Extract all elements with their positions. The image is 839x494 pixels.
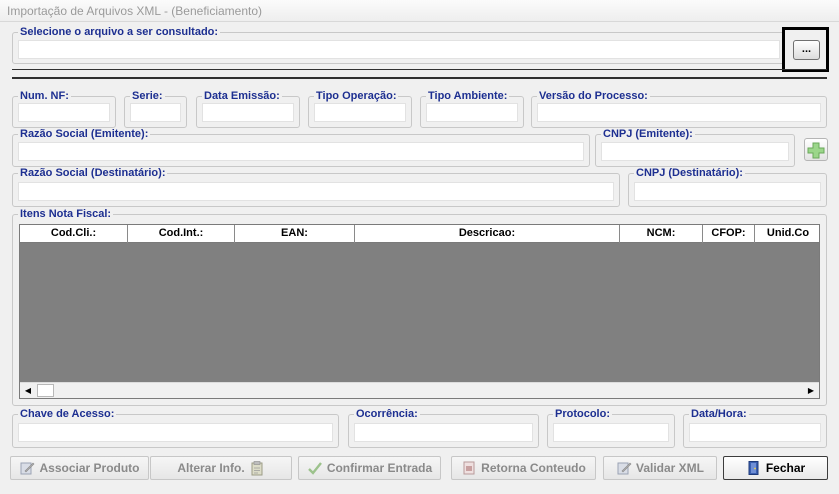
data-hora-group: Data/Hora: (683, 408, 827, 448)
chave-field[interactable] (18, 423, 333, 442)
chave-label: Chave de Acesso: (18, 408, 117, 421)
data-hora-label: Data/Hora: (689, 408, 749, 421)
cnpj-emitente-label: CNPJ (Emitente): (601, 128, 695, 141)
num-nf-field[interactable] (18, 103, 110, 122)
column-header[interactable]: Cod.Int.: (128, 225, 235, 243)
file-path-field[interactable] (18, 40, 780, 59)
exit-door-icon (748, 461, 759, 475)
browse-highlight: ... (782, 27, 829, 72)
cnpj-destinatario-group: CNPJ (Destinatário): (628, 167, 827, 207)
serie-label: Serie: (130, 90, 165, 103)
associar-produto-button[interactable]: Associar Produto (10, 456, 149, 480)
tipo-ambiente-field[interactable] (426, 103, 518, 122)
protocolo-field[interactable] (553, 423, 669, 442)
column-header[interactable]: EAN: (235, 225, 355, 243)
confirmar-entrada-button[interactable]: Confirmar Entrada (298, 456, 441, 480)
serie-field[interactable] (130, 103, 181, 122)
validar-xml-label: Validar XML (635, 461, 705, 475)
num-nf-label: Num. NF: (18, 90, 71, 103)
num-nf-group: Num. NF: (12, 90, 116, 128)
tipo-ambiente-label: Tipo Ambiente: (426, 90, 510, 103)
cnpj-destinatario-label: CNPJ (Destinatário): (634, 167, 745, 180)
column-header[interactable]: Descricao: (355, 225, 620, 243)
alterar-info-button[interactable]: Alterar Info. (150, 456, 292, 480)
razao-destinatario-field[interactable] (18, 182, 614, 201)
confirmar-entrada-label: Confirmar Entrada (326, 461, 433, 475)
razao-destinatario-group: Razão Social (Destinatário): (12, 167, 620, 207)
column-header[interactable]: Unid.Co (755, 225, 819, 243)
window-title: Importação de Arquivos XML - (Beneficiam… (0, 0, 839, 22)
green-plus-icon (807, 142, 825, 159)
edit-form-icon (20, 462, 35, 475)
column-header[interactable]: NCM: (620, 225, 703, 243)
scroll-left-icon[interactable]: ◀ (20, 383, 36, 398)
scroll-thumb[interactable] (37, 384, 54, 397)
data-emissao-group: Data Emissão: (196, 90, 300, 128)
associar-produto-label: Associar Produto (39, 461, 140, 475)
retorna-conteudo-label: Retorna Conteudo (481, 461, 586, 475)
tipo-operacao-label: Tipo Operação: (314, 90, 399, 103)
tipo-operacao-field[interactable] (314, 103, 406, 122)
scroll-right-icon[interactable]: ▶ (803, 383, 819, 398)
versao-group: Versão do Processo: (531, 90, 827, 128)
fechar-label: Fechar (765, 461, 806, 475)
itens-label: Itens Nota Fiscal: (18, 208, 114, 221)
data-emissao-field[interactable] (202, 103, 294, 122)
data-hora-field[interactable] (689, 423, 821, 442)
retorna-conteudo-button[interactable]: Retorna Conteudo (451, 456, 596, 480)
protocolo-group: Protocolo: (547, 408, 675, 448)
cnpj-destinatario-field[interactable] (634, 182, 821, 201)
cnpj-emitente-field[interactable] (601, 142, 789, 161)
check-icon (307, 462, 322, 475)
column-header[interactable]: Cod.Cli.: (20, 225, 128, 243)
tipo-ambiente-group: Tipo Ambiente: (420, 90, 524, 128)
file-label: Selecione o arquivo a ser consultado: (18, 26, 221, 39)
versao-field[interactable] (537, 103, 821, 122)
column-header[interactable]: CFOP: (703, 225, 755, 243)
data-emissao-label: Data Emissão: (202, 90, 282, 103)
protocolo-label: Protocolo: (553, 408, 612, 421)
add-emitente-button[interactable] (804, 138, 828, 161)
document-icon (463, 461, 475, 475)
tipo-operacao-group: Tipo Operação: (308, 90, 412, 128)
cnpj-emitente-group: CNPJ (Emitente): (595, 128, 795, 167)
clipboard-icon (251, 461, 263, 476)
ocorrencia-group: Ocorrência: (348, 408, 539, 448)
razao-emitente-group: Razão Social (Emitente): (12, 128, 590, 167)
separator (12, 77, 827, 79)
browse-button[interactable]: ... (793, 40, 820, 60)
alterar-info-label: Alterar Info. (177, 461, 245, 475)
razao-emitente-field[interactable] (18, 142, 584, 161)
razao-destinatario-label: Razão Social (Destinatário): (18, 167, 168, 180)
itens-grid[interactable]: Cod.Cli.: Cod.Int.: EAN: Descricao: NCM:… (19, 224, 820, 399)
horizontal-scrollbar[interactable]: ◀ ▶ (20, 382, 819, 398)
fechar-button[interactable]: Fechar (723, 456, 828, 480)
file-group: Selecione o arquivo a ser consultado: (12, 26, 786, 64)
grid-header: Cod.Cli.: Cod.Int.: EAN: Descricao: NCM:… (20, 225, 819, 243)
validar-xml-button[interactable]: Validar XML (603, 456, 717, 480)
chave-group: Chave de Acesso: (12, 408, 339, 448)
ocorrencia-label: Ocorrência: (354, 408, 420, 421)
separator (12, 69, 827, 70)
ocorrencia-field[interactable] (354, 423, 533, 442)
versao-label: Versão do Processo: (537, 90, 650, 103)
edit-form-icon (617, 462, 632, 475)
serie-group: Serie: (124, 90, 187, 128)
razao-emitente-label: Razão Social (Emitente): (18, 128, 151, 141)
